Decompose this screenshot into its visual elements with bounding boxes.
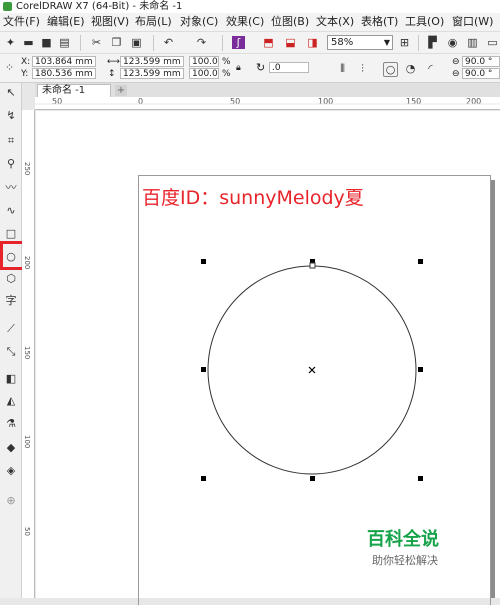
handle-right bbox=[418, 367, 423, 372]
handle-top-left bbox=[201, 259, 206, 264]
handle-top-right bbox=[418, 259, 423, 264]
handle-bottom-right bbox=[418, 476, 423, 481]
drawing-layer bbox=[35, 103, 500, 481]
handle-left bbox=[201, 367, 206, 372]
handle-bottom bbox=[310, 476, 315, 481]
watermark-id-text: 百度ID：sunnyMelody夏 bbox=[142, 187, 364, 209]
node-handle bbox=[309, 262, 316, 269]
handle-bottom-left bbox=[201, 476, 206, 481]
brand-subtitle: 助你轻松解决 bbox=[372, 554, 438, 567]
center-marker bbox=[308, 366, 316, 374]
brand-title: 百科全说 bbox=[367, 529, 439, 550]
